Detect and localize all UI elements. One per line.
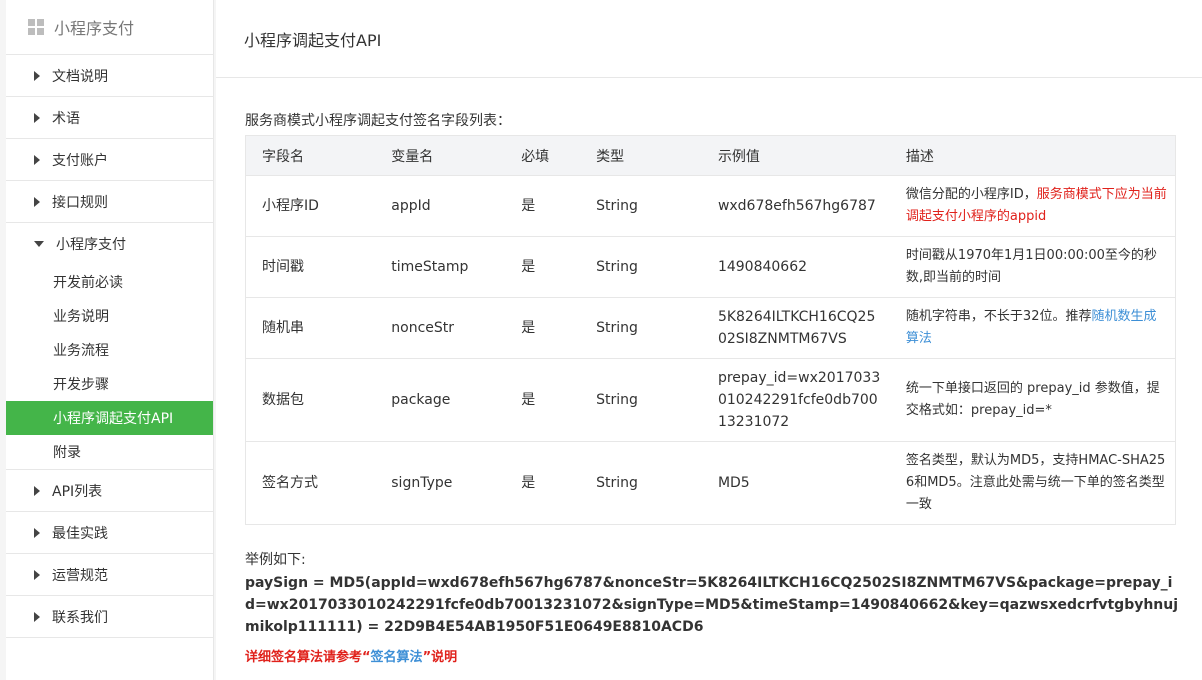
field-name-cell: 时间戳: [245, 236, 376, 298]
description-cell: 随机字符串，不长于32位。推荐随机数生成算法: [889, 297, 1176, 359]
caret-right-icon: [34, 611, 40, 622]
paysign-example: paySign = MD5(appId=wxd678efh567hg6787&n…: [245, 575, 1179, 635]
required-cell: 是: [505, 175, 581, 237]
fields-table: 字段名 变量名 必填 类型 示例值 描述 小程序ID appId 是 Strin…: [245, 135, 1176, 525]
column-header: 必填: [505, 135, 581, 176]
sidebar-title: 小程序支付: [54, 19, 135, 38]
caret-down-icon: [34, 241, 44, 247]
table-row: 签名方式 signType 是 String MD5 签名类型，默认为MD5，支…: [245, 441, 1176, 525]
sidebar-item-docs[interactable]: 文档说明: [6, 55, 213, 97]
sidebar-subitem-business-desc[interactable]: 业务说明: [6, 299, 213, 333]
caret-right-icon: [34, 70, 40, 81]
sidebar-item-miniprogram-pay[interactable]: 小程序支付: [6, 223, 213, 265]
column-header: 类型: [580, 135, 702, 176]
sidebar-item-label: 运营规范: [52, 567, 108, 584]
sidebar-item-label: 小程序支付: [56, 237, 126, 253]
example-cell: 1490840662: [701, 236, 890, 298]
column-header: 示例值: [701, 135, 890, 176]
description-text: 随机字符串，不长于32位。推荐: [905, 309, 1092, 324]
variable-cell: signType: [375, 441, 506, 525]
sidebar-item-label: 接口规则: [52, 194, 108, 211]
type-cell: String: [580, 236, 702, 298]
type-cell: String: [580, 441, 702, 525]
column-header: 变量名: [375, 135, 506, 176]
sidebar-subitem-before-dev[interactable]: 开发前必读: [6, 265, 213, 299]
example-cell: 5K8264ILTKCH16CQ2502SI8ZNMTM67VS: [701, 297, 890, 359]
required-cell: 是: [505, 441, 581, 525]
column-header: 描述: [889, 135, 1176, 176]
sidebar-item-operation-rules[interactable]: 运营规范: [6, 554, 213, 596]
description-cell: 统一下单接口返回的 prepay_id 参数值，提交格式如：prepay_id=…: [889, 358, 1176, 442]
table-row: 数据包 package 是 String prepay_id=wx2017033…: [245, 358, 1176, 442]
description-text: 签名类型，默认为MD5，支持HMAC-SHA256和MD5。注意此处需与统一下单…: [905, 453, 1166, 512]
required-cell: 是: [505, 236, 581, 298]
field-name-cell: 随机串: [245, 297, 376, 359]
signature-algorithm-link[interactable]: 签名算法: [371, 650, 423, 665]
sidebar-item-terms[interactable]: 术语: [6, 97, 213, 139]
caret-right-icon: [34, 196, 40, 207]
sidebar-item-label: 术语: [52, 110, 80, 127]
field-name-cell: 签名方式: [245, 441, 376, 525]
signature-note: 详细签名算法请参考“签名算法”说明: [245, 646, 457, 665]
example-cell: wxd678efh567hg6787: [701, 175, 890, 237]
page-title: 小程序调起支付API: [216, 0, 1202, 78]
table-header-row: 字段名 变量名 必填 类型 示例值 描述: [245, 135, 1176, 176]
sidebar-subitem-business-flow[interactable]: 业务流程: [6, 333, 213, 367]
type-cell: String: [580, 175, 702, 237]
description-cell: 签名类型，默认为MD5，支持HMAC-SHA256和MD5。注意此处需与统一下单…: [889, 441, 1176, 525]
description-text: 统一下单接口返回的 prepay_id 参数值，提交格式如：prepay_id=…: [905, 381, 1160, 418]
sidebar-item-api-rules[interactable]: 接口规则: [6, 181, 213, 223]
description-text: 微信分配的小程序ID，: [905, 187, 1037, 202]
table-row: 时间戳 timeStamp 是 String 1490840662 时间戳从19…: [245, 236, 1176, 298]
sidebar-header: 小程序支付: [6, 0, 213, 55]
note-text: ”说明: [422, 650, 458, 665]
field-name-cell: 数据包: [245, 358, 376, 442]
sidebar-item-label: 联系我们: [52, 609, 108, 626]
sidebar-subitem-pay-api[interactable]: 小程序调起支付API: [6, 401, 213, 435]
note-text: 详细签名算法请参考“: [245, 650, 371, 665]
sidebar-item-api-list[interactable]: API列表: [6, 470, 213, 512]
sidebar-item-best-practice[interactable]: 最佳实践: [6, 512, 213, 554]
caret-right-icon: [34, 112, 40, 123]
grid-icon: [28, 19, 44, 35]
required-cell: 是: [505, 297, 581, 359]
type-cell: String: [580, 297, 702, 359]
sidebar-item-label: 支付账户: [52, 152, 108, 169]
variable-cell: package: [375, 358, 506, 442]
column-header: 字段名: [245, 135, 376, 176]
caret-right-icon: [34, 154, 40, 165]
sidebar-item-pay-account[interactable]: 支付账户: [6, 139, 213, 181]
variable-cell: timeStamp: [375, 236, 506, 298]
main-content: 小程序调起支付API 服务商模式小程序调起支付签名字段列表： 字段名 变量名 必…: [216, 0, 1202, 680]
table-row: 随机串 nonceStr 是 String 5K8264ILTKCH16CQ25…: [245, 297, 1176, 359]
sidebar-item-contact[interactable]: 联系我们: [6, 596, 213, 638]
variable-cell: nonceStr: [375, 297, 506, 359]
description-cell: 时间戳从1970年1月1日00:00:00至今的秒数,即当前的时间: [889, 236, 1176, 298]
example-label: 举例如下:: [245, 552, 306, 568]
description-text: 时间戳从1970年1月1日00:00:00至今的秒数,即当前的时间: [905, 248, 1157, 285]
caret-right-icon: [34, 485, 40, 496]
required-cell: 是: [505, 358, 581, 442]
sidebar-subitem-dev-steps[interactable]: 开发步骤: [6, 367, 213, 401]
sidebar-subitem-appendix[interactable]: 附录: [6, 435, 213, 469]
sidebar: 小程序支付 文档说明 术语 支付账户 接口规则 小程序支付 开发前必读 业务说明…: [6, 0, 214, 680]
example-cell: MD5: [701, 441, 890, 525]
sidebar-item-label: 最佳实践: [52, 525, 108, 542]
caret-right-icon: [34, 569, 40, 580]
sidebar-item-label: API列表: [52, 483, 103, 500]
example-cell: prepay_id=wx2017033010242291fcfe0db70013…: [701, 358, 890, 442]
sidebar-item-label: 文档说明: [52, 68, 108, 85]
table-row: 小程序ID appId 是 String wxd678efh567hg6787 …: [245, 175, 1176, 237]
description-cell: 微信分配的小程序ID，服务商模式下应为当前调起支付小程序的appid: [889, 175, 1176, 237]
type-cell: String: [580, 358, 702, 442]
sidebar-group-miniprogram-pay: 小程序支付 开发前必读 业务说明 业务流程 开发步骤 小程序调起支付API 附录: [6, 223, 213, 470]
table-intro: 服务商模式小程序调起支付签名字段列表：: [245, 113, 511, 129]
variable-cell: appId: [375, 175, 506, 237]
caret-right-icon: [34, 527, 40, 538]
field-name-cell: 小程序ID: [245, 175, 376, 237]
